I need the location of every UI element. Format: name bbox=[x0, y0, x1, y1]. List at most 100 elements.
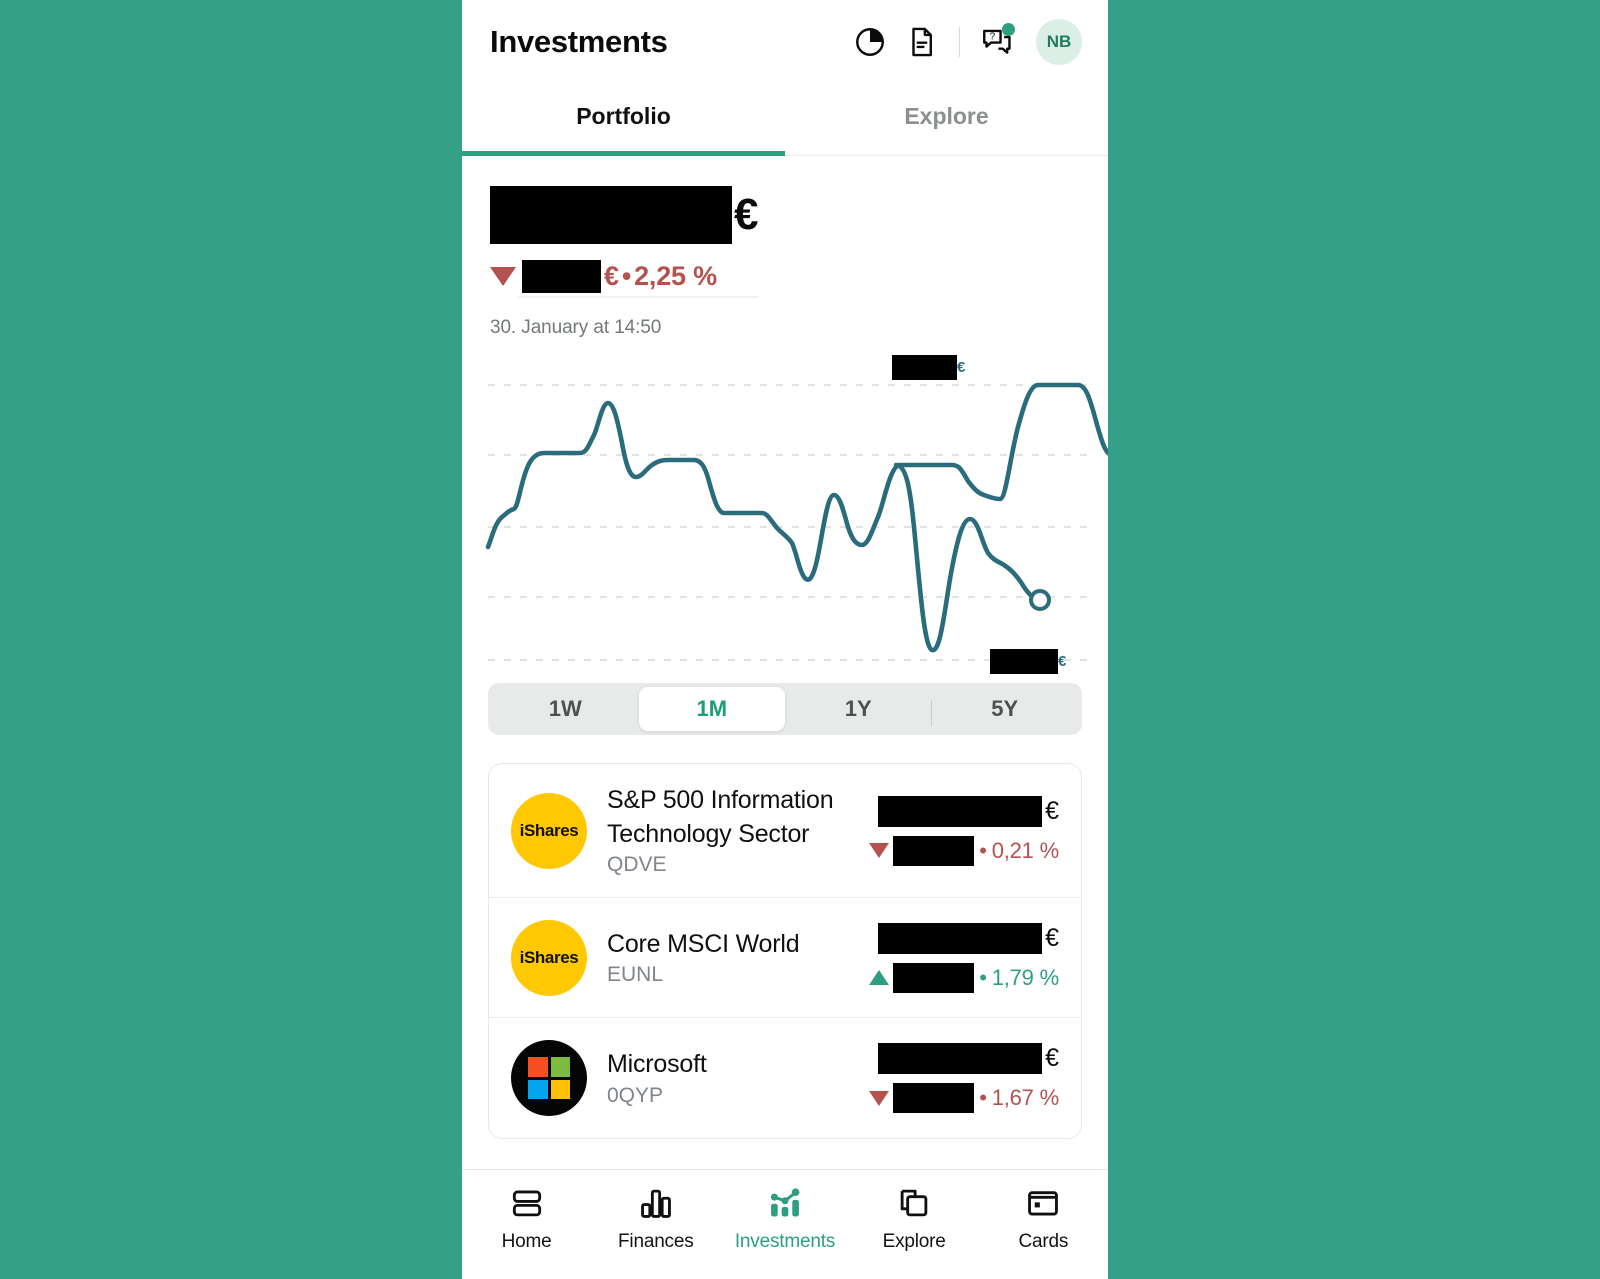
range-1y[interactable]: 1Y bbox=[785, 687, 932, 731]
investments-icon bbox=[766, 1184, 804, 1222]
holding-change-row: • 1,67 % bbox=[869, 1083, 1059, 1113]
holding-percent: 1,67 % bbox=[991, 1085, 1059, 1110]
holding-currency: € bbox=[1045, 796, 1059, 825]
portfolio-change: € • 2,25 % bbox=[490, 257, 758, 298]
balance-row: € bbox=[490, 184, 1080, 246]
document-icon[interactable] bbox=[905, 25, 939, 59]
holding-change-row: • 0,21 % bbox=[869, 835, 1059, 866]
holding-value-row: € bbox=[878, 922, 1059, 954]
change-underline bbox=[518, 296, 758, 298]
tab-bar: Portfolio Explore bbox=[462, 84, 1108, 156]
holding-name: Microsoft bbox=[607, 1050, 707, 1079]
home-icon bbox=[508, 1184, 546, 1222]
holding-redacted-change bbox=[893, 1083, 975, 1113]
app-header: Investments ? NB bbox=[462, 0, 1108, 84]
holding-value-row: € bbox=[878, 1043, 1059, 1074]
holding-currency: € bbox=[1045, 923, 1059, 952]
nav-label-home: Home bbox=[501, 1231, 552, 1252]
nav-item-cards[interactable]: Cards bbox=[988, 1184, 1098, 1253]
tab-portfolio[interactable]: Portfolio bbox=[462, 84, 785, 156]
holding-row-microsoft[interactable]: Microsoft 0QYP € • 1,67 % bbox=[489, 1018, 1081, 1138]
ishares-logo-icon: iShares bbox=[511, 919, 587, 996]
holding-separator: • bbox=[979, 837, 987, 863]
svg-text:?: ? bbox=[990, 32, 996, 43]
help-chat-icon[interactable]: ? bbox=[980, 23, 1015, 59]
holding-percent: 1,79 % bbox=[991, 964, 1059, 990]
holding-redacted-change bbox=[893, 962, 975, 993]
nav-item-explore[interactable]: Explore bbox=[859, 1184, 969, 1253]
microsoft-squares bbox=[528, 1057, 570, 1099]
ms-square-blue bbox=[528, 1079, 548, 1099]
holding-values: € • 0,21 % bbox=[869, 795, 1059, 866]
tab-explore[interactable]: Explore bbox=[785, 84, 1108, 156]
notification-dot bbox=[1002, 23, 1015, 36]
holding-row-eunl[interactable]: iShares Core MSCI World EUNL € • 1,79 % bbox=[489, 898, 1081, 1018]
avatar[interactable]: NB bbox=[1036, 19, 1082, 65]
bottom-navigation: Home Finances Investments Explore Cards bbox=[462, 1169, 1108, 1279]
nav-item-home[interactable]: Home bbox=[472, 1184, 582, 1253]
chart-high-redacted-value bbox=[892, 355, 957, 380]
pie-chart-icon[interactable] bbox=[853, 25, 887, 59]
header-divider bbox=[959, 27, 960, 57]
page-title: Investments bbox=[490, 24, 668, 59]
holding-redacted-change bbox=[893, 835, 975, 866]
ishares-logo-icon: iShares bbox=[511, 792, 587, 869]
holding-info: S&P 500 Information Technology Sector QD… bbox=[607, 784, 869, 877]
holding-values: € • 1,79 % bbox=[869, 922, 1059, 993]
holding-redacted-value bbox=[878, 795, 1043, 827]
range-selector: 1W 1M 1Y 5Y bbox=[488, 683, 1082, 735]
bar-chart-icon bbox=[637, 1184, 675, 1222]
timestamp: 30. January at 14:50 bbox=[490, 317, 662, 338]
ms-square-orange bbox=[528, 1057, 548, 1077]
range-1m[interactable]: 1M bbox=[638, 687, 785, 731]
nav-label-cards: Cards bbox=[1018, 1231, 1069, 1252]
holding-values: € • 1,67 % bbox=[869, 1043, 1059, 1113]
trend-down-icon bbox=[869, 843, 890, 858]
range-1w[interactable]: 1W bbox=[492, 687, 639, 731]
holding-redacted-value bbox=[878, 1043, 1043, 1074]
ishares-logo-text: iShares bbox=[519, 820, 579, 840]
holding-separator: • bbox=[979, 1085, 987, 1110]
header-actions: ? NB bbox=[853, 19, 1082, 65]
holding-info: Core MSCI World EUNL bbox=[607, 928, 869, 988]
range-5y[interactable]: 5Y bbox=[932, 687, 1079, 731]
chart-low-redacted-value bbox=[990, 649, 1058, 674]
range-selector-wrapper: 1W 1M 1Y 5Y bbox=[462, 677, 1108, 735]
chart-high-currency: € bbox=[957, 359, 966, 376]
holding-redacted-value bbox=[878, 922, 1043, 954]
ms-square-yellow bbox=[550, 1079, 570, 1099]
microsoft-logo-icon bbox=[511, 1040, 587, 1116]
nav-label-finances: Finances bbox=[618, 1231, 694, 1252]
holding-row-qdve[interactable]: iShares S&P 500 Information Technology S… bbox=[489, 764, 1081, 898]
app-screen: Investments ? NB Portfolio Explore € € •… bbox=[462, 0, 1108, 1279]
holding-change-row: • 1,79 % bbox=[869, 962, 1059, 993]
chart-line-tail bbox=[893, 462, 1039, 653]
chart-tail-svg bbox=[893, 462, 1051, 653]
portfolio-chart[interactable]: € € bbox=[462, 347, 1108, 677]
holding-percent: 0,21 % bbox=[991, 837, 1059, 863]
change-currency: € bbox=[604, 260, 619, 291]
change-percent: 2,25 % bbox=[634, 260, 717, 291]
range-1y-label: 1Y bbox=[844, 696, 872, 721]
holding-ticker: 0QYP bbox=[607, 1083, 664, 1107]
card-icon bbox=[1024, 1184, 1062, 1222]
change-separator: • bbox=[621, 260, 632, 291]
balance-currency: € bbox=[734, 190, 759, 239]
trend-up-icon bbox=[869, 970, 890, 985]
trend-down-icon bbox=[869, 1090, 890, 1106]
nav-item-investments[interactable]: Investments bbox=[730, 1184, 840, 1253]
balance-redacted-value bbox=[490, 186, 732, 244]
holding-ticker: EUNL bbox=[607, 963, 664, 987]
holding-currency: € bbox=[1045, 1044, 1059, 1072]
nav-item-finances[interactable]: Finances bbox=[601, 1184, 711, 1253]
holdings-section: iShares S&P 500 Information Technology S… bbox=[462, 735, 1108, 1169]
nav-label-explore: Explore bbox=[882, 1231, 946, 1252]
holding-ticker: QDVE bbox=[607, 853, 667, 876]
chart-end-marker bbox=[1029, 589, 1051, 611]
holding-name: Core MSCI World bbox=[607, 929, 800, 958]
chart-low-label: € bbox=[990, 649, 1066, 674]
nav-label-investments: Investments bbox=[734, 1231, 836, 1252]
holding-info: Microsoft 0QYP bbox=[607, 1048, 869, 1108]
holding-value-row: € bbox=[878, 795, 1059, 827]
chart-low-currency: € bbox=[1058, 653, 1067, 670]
